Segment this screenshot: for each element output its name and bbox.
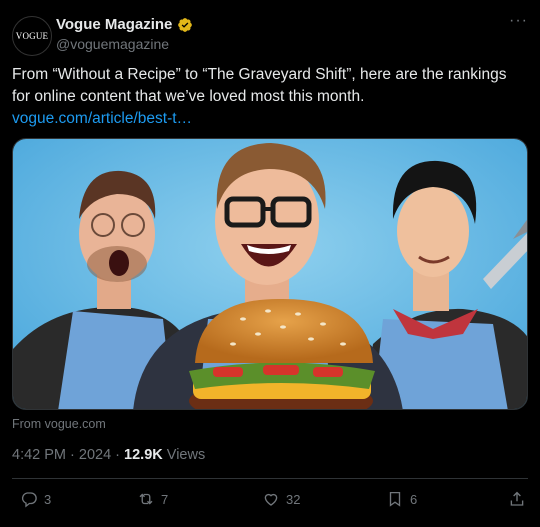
author-handle[interactable]: @voguemagazine xyxy=(56,36,169,52)
meta-separator: · xyxy=(66,447,79,463)
share-button[interactable] xyxy=(508,490,526,508)
repost-count: 7 xyxy=(161,491,169,507)
tweet-date[interactable]: 2024 xyxy=(79,447,111,463)
repost-button[interactable]: 7 xyxy=(137,490,168,508)
share-icon xyxy=(510,491,524,506)
reply-count: 3 xyxy=(44,491,52,507)
author-name-row: Vogue Magazine xyxy=(56,16,193,33)
tweet-text: From “Without a Recipe” to “The Graveyar… xyxy=(12,64,528,130)
tweet-time[interactable]: 4:42 PM xyxy=(12,447,66,463)
verified-badge-icon[interactable] xyxy=(177,17,193,33)
repost-icon xyxy=(139,493,153,505)
like-count: 32 xyxy=(286,491,301,507)
avatar[interactable]: VOGUE xyxy=(12,16,52,56)
article-image[interactable] xyxy=(13,139,528,410)
bookmark-button[interactable]: 6 xyxy=(386,490,417,508)
action-bar: 3 7 32 6 xyxy=(12,490,528,512)
heart-icon xyxy=(264,493,278,506)
tweet-meta: 4:42 PM · 2024 · 12.9K Views xyxy=(12,447,205,463)
author-name[interactable]: Vogue Magazine xyxy=(56,16,172,33)
media-card[interactable] xyxy=(12,138,528,410)
meta-separator: · xyxy=(111,447,125,463)
link-source[interactable]: From vogue.com xyxy=(12,417,106,431)
article-link[interactable]: vogue.com/article/best-t… xyxy=(12,110,192,127)
views-label: Views xyxy=(162,447,206,463)
like-button[interactable]: 32 xyxy=(262,490,300,508)
views-count: 12.9K xyxy=(124,447,163,463)
avatar-logo-text: VOGUE xyxy=(15,31,49,41)
bookmark-icon xyxy=(389,491,401,507)
more-options-icon[interactable]: ··· xyxy=(509,12,528,30)
bookmark-count: 6 xyxy=(410,491,418,507)
reply-button[interactable]: 3 xyxy=(20,490,51,508)
tweet-body: From “Without a Recipe” to “The Graveyar… xyxy=(12,66,507,105)
reply-icon xyxy=(21,492,37,508)
divider xyxy=(12,478,528,479)
